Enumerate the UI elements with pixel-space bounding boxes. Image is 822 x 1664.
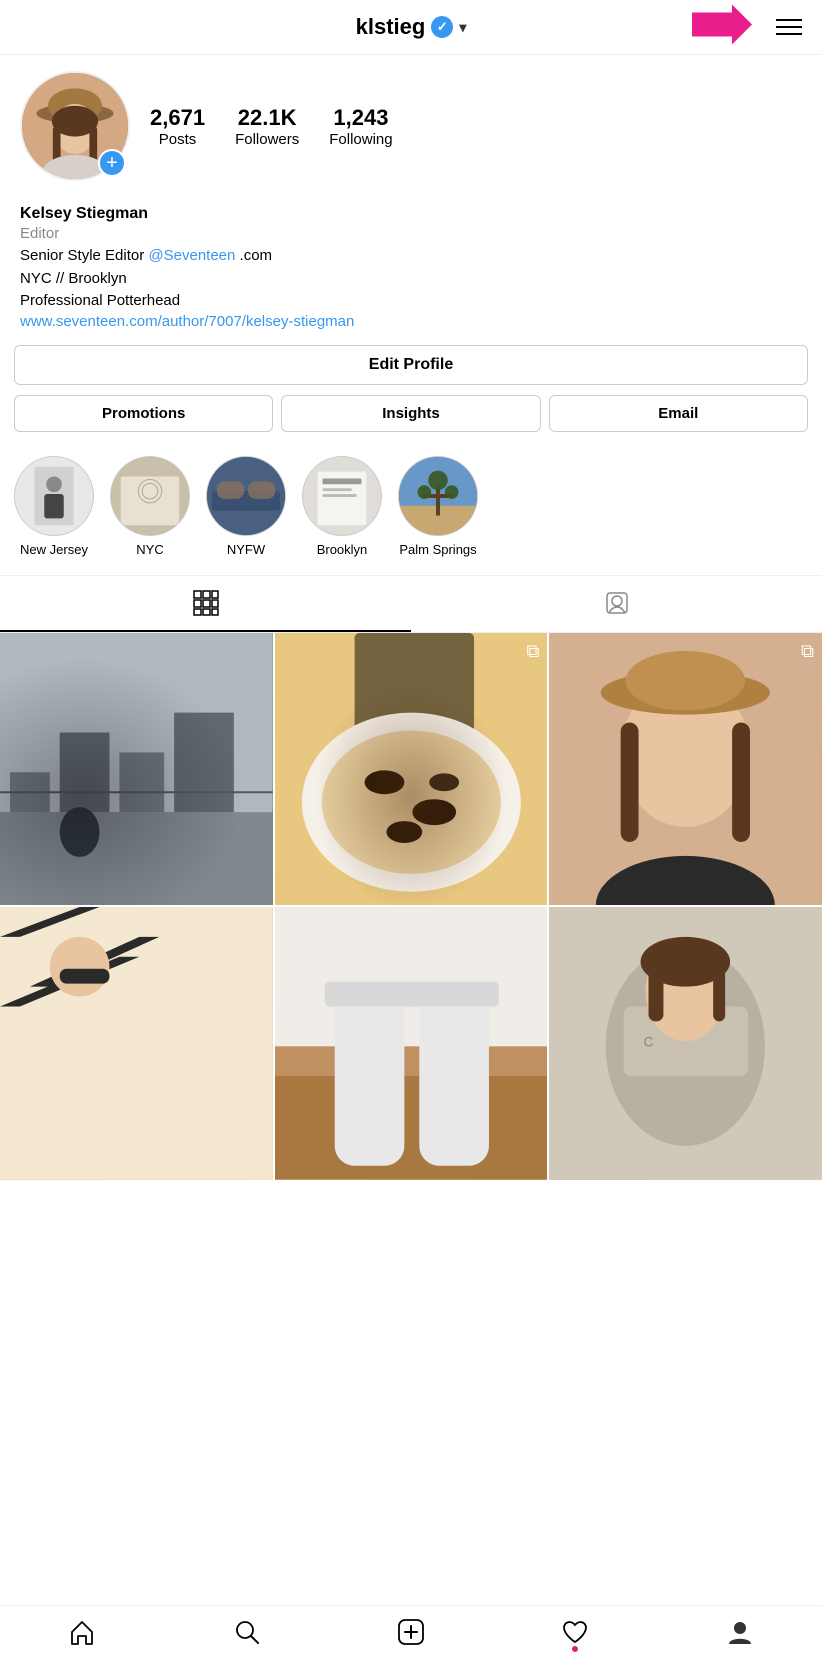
highlight-circle-nyc [110, 456, 190, 536]
posts-label: Posts [159, 131, 197, 148]
highlight-circle-brooklyn [302, 456, 382, 536]
followers-count: 22.1K [238, 105, 297, 131]
bio-line-1: Senior Style Editor @Seventeen .com [20, 245, 802, 268]
avatar-wrapper[interactable]: + [20, 71, 130, 181]
posts-stat: 2,671 Posts [150, 105, 205, 148]
highlight-item[interactable]: Palm Springs [398, 456, 478, 557]
top-navigation: klstieg ✓ ▾ [0, 0, 822, 55]
profile-top: + 2,671 Posts 22.1K Followers 1,243 Foll… [20, 71, 802, 181]
arrow-indicator [692, 5, 752, 50]
highlight-label: New Jersey [20, 542, 88, 557]
notification-dot [572, 1646, 578, 1652]
insights-button[interactable]: Insights [281, 395, 540, 432]
bottom-navigation [0, 1605, 822, 1664]
highlight-label: Brooklyn [317, 542, 368, 557]
highlights-section: New Jersey NYC [0, 446, 822, 575]
bio-line1-suffix: .com [235, 247, 272, 264]
bio-line-2: NYC // Brooklyn [20, 268, 802, 291]
followers-label: Followers [235, 131, 299, 148]
add-story-button[interactable]: + [98, 149, 126, 177]
profile-section: + 2,671 Posts 22.1K Followers 1,243 Foll… [0, 55, 822, 205]
tab-tagged[interactable] [411, 576, 822, 632]
username-text: klstieg [356, 14, 426, 40]
bio-line1-prefix: Senior Style Editor [20, 247, 148, 264]
highlight-label: Palm Springs [399, 542, 476, 557]
highlight-item[interactable]: NYFW [206, 456, 286, 557]
hamburger-line-1 [776, 19, 802, 21]
bio-line-3: Professional Potterhead [20, 290, 802, 313]
bio-mention[interactable]: @Seventeen [148, 247, 235, 264]
posts-count: 2,671 [150, 105, 205, 131]
secondary-buttons: Promotions Insights Email [14, 395, 808, 432]
highlight-item[interactable]: Brooklyn [302, 456, 382, 557]
followers-stat[interactable]: 22.1K Followers [235, 105, 299, 148]
email-button[interactable]: Email [549, 395, 808, 432]
grid-item[interactable] [0, 907, 273, 1180]
heart-icon [561, 1618, 589, 1646]
highlight-label: NYFW [227, 542, 265, 557]
highlight-item[interactable]: New Jersey [14, 456, 94, 557]
nav-activity[interactable] [561, 1618, 589, 1646]
menu-button[interactable] [776, 19, 802, 35]
svg-text:C: C [644, 1033, 654, 1049]
profile-icon [726, 1618, 754, 1646]
highlight-label: NYC [136, 542, 163, 557]
grid-item[interactable]: ⧉ [275, 633, 548, 906]
bio-title: Editor [20, 225, 802, 242]
nav-search[interactable] [233, 1618, 261, 1646]
grid-item[interactable]: C [549, 907, 822, 1180]
highlight-item[interactable]: NYC [110, 456, 190, 557]
bio-section: Kelsey Stiegman Editor Senior Style Edit… [0, 205, 822, 345]
grid-item[interactable]: ⧉ [549, 633, 822, 906]
tagged-icon [604, 590, 630, 616]
username-area[interactable]: klstieg ✓ ▾ [356, 14, 467, 40]
highlight-circle-nj [14, 456, 94, 536]
bio-name: Kelsey Stiegman [20, 205, 802, 223]
hamburger-line-3 [776, 33, 802, 35]
tab-grid[interactable] [0, 576, 411, 632]
nav-home[interactable] [68, 1618, 96, 1646]
home-icon [68, 1618, 96, 1646]
stats-row: 2,671 Posts 22.1K Followers 1,243 Follow… [150, 105, 393, 148]
highlights-row: New Jersey NYC [14, 456, 808, 561]
promotions-button[interactable]: Promotions [14, 395, 273, 432]
dropdown-chevron[interactable]: ▾ [459, 19, 466, 36]
nav-add[interactable] [397, 1618, 425, 1646]
highlight-circle-ps [398, 456, 478, 536]
nav-profile[interactable] [726, 1618, 754, 1646]
following-label: Following [329, 131, 392, 148]
edit-profile-button[interactable]: Edit Profile [14, 345, 808, 385]
following-stat[interactable]: 1,243 Following [329, 105, 392, 148]
grid-icon [193, 590, 219, 616]
add-icon [397, 1618, 425, 1646]
verified-badge: ✓ [431, 16, 453, 38]
hamburger-line-2 [776, 26, 802, 28]
multi-photo-icon: ⧉ [526, 641, 539, 662]
search-icon [233, 1618, 261, 1646]
multi-photo-icon: ⧉ [801, 641, 814, 662]
photo-grid: ⧉ ⧉ [0, 633, 822, 1180]
action-buttons: Edit Profile Promotions Insights Email [0, 345, 822, 446]
highlight-circle-nyfw [206, 456, 286, 536]
bio-link[interactable]: www.seventeen.com/author/7007/kelsey-sti… [20, 313, 354, 330]
grid-item[interactable] [275, 907, 548, 1180]
following-count: 1,243 [333, 105, 388, 131]
grid-item[interactable] [0, 633, 273, 906]
post-tabs [0, 575, 822, 633]
